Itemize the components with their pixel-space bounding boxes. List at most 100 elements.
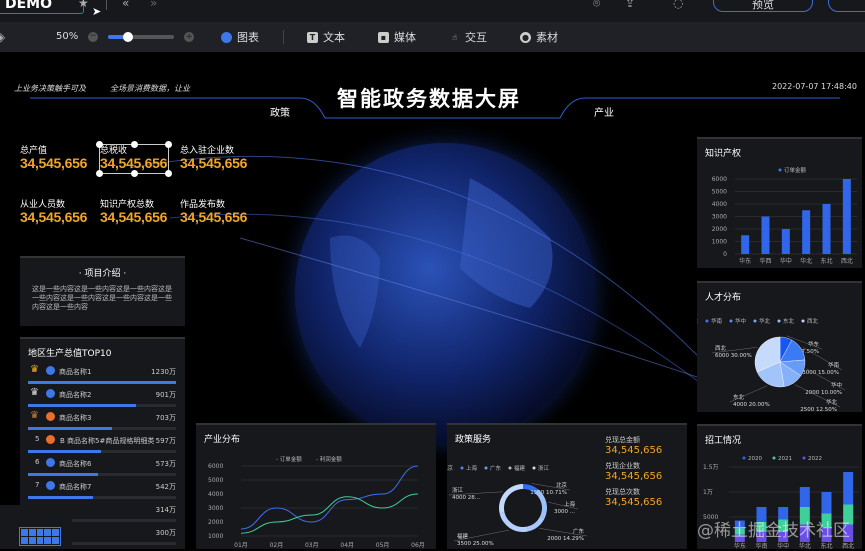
kpi-value: 34,545,656	[180, 155, 248, 171]
upload-icon[interactable]: ⇪	[625, 0, 635, 9]
location-icon[interactable]: ⌾	[593, 0, 600, 9]
zoom-out-button[interactable]: −	[88, 32, 98, 42]
slice-value: 2000 10.00%	[805, 390, 842, 396]
x-tick-label: 华中	[780, 257, 792, 265]
y-tick-label: 1万	[703, 489, 713, 496]
y-tick-label: 6000	[208, 463, 223, 470]
legend-label: 东北	[783, 317, 795, 325]
item-name: 商品名称3	[59, 414, 92, 422]
toolbar-media[interactable]: ▪ 媒体	[378, 29, 416, 45]
pointer-icon: ☝	[452, 32, 457, 42]
slice-name: 华东	[808, 340, 820, 348]
zoom-in-button[interactable]: +	[184, 32, 194, 42]
kpi-value: 34,545,656	[100, 209, 168, 225]
mini-thumbnail-panel[interactable]	[0, 505, 72, 549]
item-progress-fill	[28, 381, 176, 384]
talent-pie-chart: 华东华南华中华北东北西北华东1500 7.50%华南3000 15.00%华中2…	[697, 317, 846, 413]
talent-panel: 人才分布华东华南华中华北东北西北华东1500 7.50%华南3000 15.00…	[697, 281, 862, 413]
legend-label: - 利润金额	[316, 455, 342, 463]
header-slogan-2: 全场景消费数据，让业	[110, 84, 190, 93]
toolbar-chart[interactable]: 图表	[221, 29, 259, 45]
bar[interactable]	[822, 204, 831, 254]
grid-thumbnail-icon	[19, 527, 61, 546]
x-tick-label: 03月	[305, 542, 319, 549]
toolbar-text-label: 文本	[323, 31, 345, 44]
resize-handle[interactable]	[165, 170, 172, 177]
item-progress-fill	[28, 404, 137, 407]
resize-handle[interactable]	[96, 170, 103, 177]
list-item[interactable]: ♛ 商品名称3 703万	[28, 410, 180, 435]
rank-number: 6	[35, 458, 40, 466]
legend-label: - 订单金额	[276, 455, 302, 463]
list-item[interactable]: ♛ 商品名称2 901万	[28, 387, 180, 412]
resize-handle[interactable]	[165, 141, 172, 148]
policy-donut-chart: 北京上海广东福建浙江北京1500 10.71%上海3000 ...广东2000 …	[447, 464, 588, 547]
slice-name: 华中	[831, 381, 842, 389]
resize-handle[interactable]	[131, 170, 138, 177]
preview-button[interactable]: 预览	[713, 0, 813, 12]
legend-marker	[772, 456, 776, 460]
bar[interactable]	[761, 216, 770, 255]
policy-kpi-value: 34,545,656	[605, 445, 663, 456]
y-tick-label: 4000	[712, 201, 727, 208]
y-tick-label: 0	[723, 251, 727, 258]
pie-slice[interactable]	[499, 512, 529, 532]
brand-icon	[46, 389, 55, 398]
policy-kpi-value: 34,545,656	[605, 497, 663, 508]
selection-box[interactable]	[96, 141, 172, 177]
crown-icon: ♛	[30, 410, 39, 421]
resize-handle[interactable]	[131, 141, 138, 148]
bar[interactable]	[802, 210, 811, 254]
undo-icon[interactable]: «	[122, 0, 129, 9]
y-tick-label: 3000	[712, 214, 727, 221]
stacked-bar-segment[interactable]	[821, 492, 832, 514]
bar[interactable]	[781, 229, 790, 254]
line-series[interactable]	[240, 493, 419, 534]
star-icon[interactable]: ★	[78, 0, 89, 9]
help-icon[interactable]: ◌	[673, 0, 683, 9]
slice-value: 3000 ...	[554, 509, 575, 515]
y-tick-label: 6000	[712, 176, 727, 183]
bar[interactable]	[741, 235, 750, 254]
item-name: 商品名称1	[59, 368, 92, 376]
slice-value: 4000 20.00%	[733, 402, 770, 408]
publish-button[interactable]	[828, 0, 865, 12]
item-name: 商品名称6	[59, 460, 92, 468]
zoom-slider[interactable]	[108, 32, 174, 42]
y-tick-label: 5000	[208, 477, 223, 484]
redo-icon[interactable]: »	[150, 0, 157, 9]
tab-policy[interactable]: 政策	[270, 104, 290, 119]
toolbar-assets[interactable]: ● 素材	[520, 29, 558, 45]
legend-marker	[460, 466, 464, 470]
list-item[interactable]: 6 商品名称6 573万	[28, 458, 180, 481]
y-tick-label: 2000	[208, 519, 223, 526]
pie-chart-icon	[221, 31, 232, 43]
item-progress-fill	[28, 473, 98, 476]
legend-label: 华东	[697, 317, 699, 325]
list-item[interactable]: 5 B 商品名称5#商品规格明细类 597万	[28, 435, 180, 458]
toolbar-interact[interactable]: ☝ 交互	[449, 29, 487, 45]
stacked-bar-segment[interactable]	[843, 472, 854, 505]
stacked-bar-segment[interactable]	[799, 487, 810, 507]
legend-marker	[778, 168, 782, 172]
pie-slice[interactable]	[527, 516, 545, 532]
pie-slice[interactable]	[499, 484, 523, 514]
legend-marker	[729, 319, 733, 323]
kpi-value: 34,545,656	[20, 209, 88, 225]
toolbar-text[interactable]: T 文本	[307, 29, 345, 45]
resize-handle[interactable]	[96, 141, 103, 148]
tab-industry[interactable]: 产业	[594, 104, 614, 119]
line-series[interactable]	[240, 465, 419, 530]
zoom-slider-handle[interactable]	[122, 32, 133, 42]
y-tick-label: 2000	[712, 226, 727, 233]
legend-label: 2021	[778, 456, 792, 462]
toolbar-media-label: 媒体	[394, 31, 416, 44]
bar[interactable]	[842, 179, 851, 254]
project-name-button[interactable]: DEMO	[0, 0, 84, 14]
rank-number: 7	[35, 481, 40, 489]
list-item[interactable]: 7 商品名称7 542万	[28, 481, 180, 504]
cursor-icon: ➤	[92, 5, 102, 18]
list-item[interactable]: ♛ 商品名称1 1230万	[28, 364, 180, 389]
item-name: 商品名称2	[59, 391, 92, 399]
layers-icon[interactable]: ◈	[0, 31, 5, 43]
